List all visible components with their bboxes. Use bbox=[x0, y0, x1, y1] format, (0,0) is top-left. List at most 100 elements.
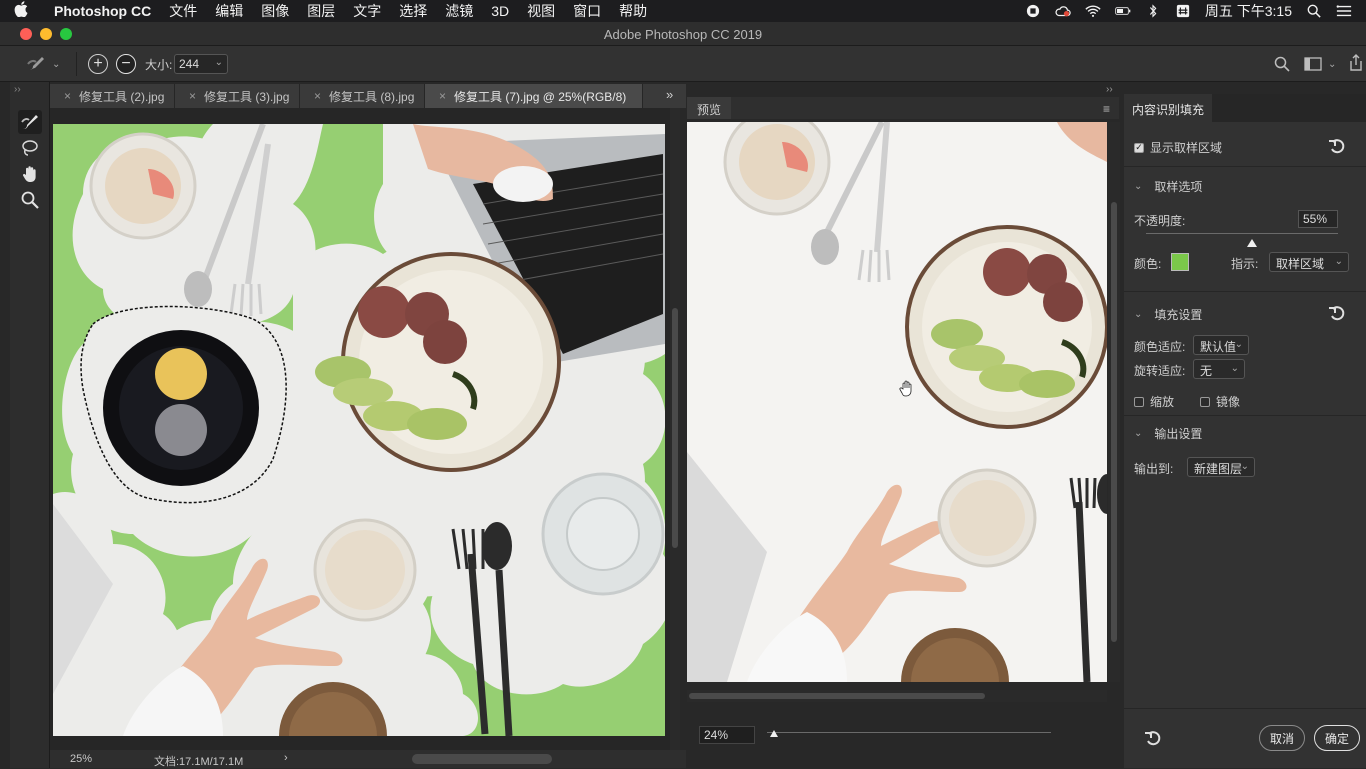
brush-icon bbox=[21, 115, 38, 129]
battery-icon[interactable] bbox=[1115, 4, 1131, 18]
window-title: Adobe Photoshop CC 2019 bbox=[603, 27, 763, 42]
scale-checkbox[interactable]: 缩放 bbox=[1134, 393, 1174, 410]
scroll-thumb[interactable] bbox=[689, 693, 985, 699]
preview-tab[interactable]: 预览 bbox=[687, 97, 732, 119]
opacity-slider-thumb[interactable] bbox=[1247, 237, 1257, 251]
reset-sampling-icon[interactable] bbox=[1328, 138, 1346, 157]
notification-center-icon[interactable] bbox=[1336, 4, 1352, 18]
divider bbox=[1124, 708, 1366, 709]
show-sampling-area-checkbox[interactable]: ✓ 显示取样区域 bbox=[1134, 139, 1222, 156]
hand-tool[interactable] bbox=[18, 162, 42, 186]
scroll-thumb[interactable] bbox=[672, 308, 678, 548]
section-title: 输出设置 bbox=[1154, 427, 1203, 441]
document-info: 文档:17.1M/17.1M bbox=[154, 756, 244, 768]
output-settings-header[interactable]: ⌄ 输出设置 bbox=[1134, 425, 1202, 442]
search-icon[interactable] bbox=[1274, 56, 1290, 75]
status-bar: 25% 文档:17.1M/17.1M › bbox=[50, 750, 686, 768]
menu-filter[interactable]: 滤镜 bbox=[445, 1, 473, 21]
menu-window[interactable]: 窗口 bbox=[573, 1, 601, 21]
app-menu[interactable]: Photoshop CC bbox=[54, 3, 151, 19]
panel-menu-icon[interactable]: ≡ bbox=[1103, 102, 1110, 116]
magnifier-icon bbox=[21, 191, 39, 209]
menu-edit[interactable]: 编辑 bbox=[215, 1, 243, 21]
menu-help[interactable]: 帮助 bbox=[619, 1, 647, 21]
mirror-checkbox[interactable]: 镜像 bbox=[1200, 393, 1240, 410]
menu-file[interactable]: 文件 bbox=[169, 1, 197, 21]
sampling-brush-tool[interactable] bbox=[18, 110, 42, 134]
menu-layer[interactable]: 图层 bbox=[307, 1, 335, 21]
size-label: 大小: bbox=[145, 58, 173, 72]
reset-fill-settings-icon[interactable] bbox=[1328, 305, 1346, 324]
tool-preset-picker[interactable]: ⌄ bbox=[26, 54, 64, 74]
bluetooth-icon[interactable] bbox=[1145, 4, 1161, 18]
indicate-select[interactable]: 取样区域 ⌄ bbox=[1269, 252, 1349, 272]
color-adapt-select[interactable]: 默认值 ⌄ bbox=[1193, 335, 1249, 355]
rotation-adapt-label: 旋转适应: bbox=[1134, 364, 1186, 378]
close-tab-icon[interactable]: × bbox=[189, 89, 196, 103]
divider bbox=[76, 52, 77, 76]
fill-preview[interactable] bbox=[687, 122, 1107, 682]
spotlight-search-icon[interactable] bbox=[1306, 4, 1322, 18]
output-to-select[interactable]: 新建图层 ⌄ bbox=[1187, 457, 1255, 477]
scroll-thumb[interactable] bbox=[1111, 202, 1117, 642]
menubar-clock[interactable]: 周五 下午3:15 bbox=[1205, 1, 1292, 21]
close-tab-icon[interactable]: × bbox=[314, 89, 321, 103]
rotation-adapt-select[interactable]: 无 ⌄ bbox=[1193, 359, 1245, 379]
zoom-slider-thumb[interactable] bbox=[769, 728, 779, 742]
canvas-vertical-scrollbar[interactable] bbox=[670, 108, 680, 750]
more-tabs-icon[interactable]: » bbox=[666, 87, 673, 102]
zoom-level[interactable]: 25% bbox=[70, 753, 92, 765]
sampling-options-header[interactable]: ⌄ 取样选项 bbox=[1134, 178, 1202, 195]
cancel-button[interactable]: 取消 bbox=[1259, 725, 1305, 751]
checkbox-label: 缩放 bbox=[1150, 395, 1175, 409]
reset-all-icon[interactable] bbox=[1144, 730, 1162, 749]
document-image[interactable] bbox=[53, 124, 665, 736]
minus-icon: − bbox=[121, 55, 131, 72]
divider bbox=[1124, 291, 1366, 292]
caf-panel-tab[interactable]: 内容识别填充 bbox=[1124, 94, 1213, 122]
swatch-fill bbox=[1172, 254, 1188, 270]
opacity-input[interactable]: 55% bbox=[1298, 210, 1338, 228]
collapse-arrows-icon[interactable]: ›› bbox=[14, 84, 21, 95]
preview-photo bbox=[687, 122, 1107, 682]
close-tab-icon[interactable]: × bbox=[64, 89, 71, 103]
horizontal-scroll-thumb[interactable] bbox=[412, 754, 552, 764]
stop-recording-icon[interactable] bbox=[1025, 4, 1041, 18]
preview-vertical-scrollbar[interactable] bbox=[1108, 122, 1120, 682]
status-menu-arrow-icon[interactable]: › bbox=[284, 752, 288, 764]
mac-menu-bar: Photoshop CC 文件 编辑 图像 图层 文字 选择 滤镜 3D 视图 … bbox=[0, 0, 1366, 22]
zoom-tool[interactable] bbox=[18, 188, 42, 212]
wifi-icon[interactable] bbox=[1085, 4, 1101, 18]
zoom-slider-track[interactable] bbox=[767, 732, 1051, 733]
workspace-switcher[interactable]: ⌄ bbox=[1304, 56, 1336, 72]
preview-horizontal-scrollbar[interactable] bbox=[687, 690, 1107, 702]
menu-image[interactable]: 图像 bbox=[261, 1, 289, 21]
divider bbox=[1124, 166, 1366, 167]
close-tab-icon[interactable]: × bbox=[439, 89, 446, 103]
opacity-slider-track[interactable] bbox=[1146, 233, 1338, 234]
size-input[interactable]: 244 ⌄ bbox=[174, 54, 228, 74]
cloud-sync-icon[interactable] bbox=[1055, 4, 1071, 18]
fill-settings-header[interactable]: ⌄ 填充设置 bbox=[1134, 306, 1202, 323]
add-to-sampling-button[interactable]: + bbox=[88, 54, 108, 74]
ok-button[interactable]: 确定 bbox=[1314, 725, 1360, 751]
menu-select[interactable]: 选择 bbox=[399, 1, 427, 21]
doc-tab-active[interactable]: × 修复工具 (7).jpg @ 25%(RGB/8) bbox=[425, 84, 643, 108]
share-icon[interactable] bbox=[1348, 54, 1364, 75]
menu-3d[interactable]: 3D bbox=[491, 3, 509, 19]
document-tabs: × 修复工具 (2).jpg × 修复工具 (3).jpg × 修复工具 (8).jp… bbox=[50, 84, 686, 108]
input-method-icon[interactable] bbox=[1175, 4, 1191, 18]
color-swatch[interactable] bbox=[1171, 253, 1189, 271]
preview-zoom-input[interactable]: 24% bbox=[699, 726, 755, 744]
lasso-tool[interactable] bbox=[18, 136, 42, 160]
doc-tab[interactable]: × 修复工具 (8).jpg bbox=[300, 84, 425, 108]
checkbox-unchecked-icon bbox=[1200, 396, 1210, 407]
apple-menu-icon[interactable] bbox=[14, 1, 44, 21]
document-canvas-area[interactable] bbox=[50, 108, 680, 750]
doc-tab[interactable]: × 修复工具 (3).jpg bbox=[175, 84, 300, 108]
doc-tab[interactable]: × 修复工具 (2).jpg bbox=[50, 84, 175, 108]
subtract-from-sampling-button[interactable]: − bbox=[116, 54, 136, 74]
menu-view[interactable]: 视图 bbox=[527, 1, 555, 21]
collapse-arrows-icon[interactable]: ›› bbox=[1106, 84, 1113, 95]
menu-type[interactable]: 文字 bbox=[353, 1, 381, 21]
